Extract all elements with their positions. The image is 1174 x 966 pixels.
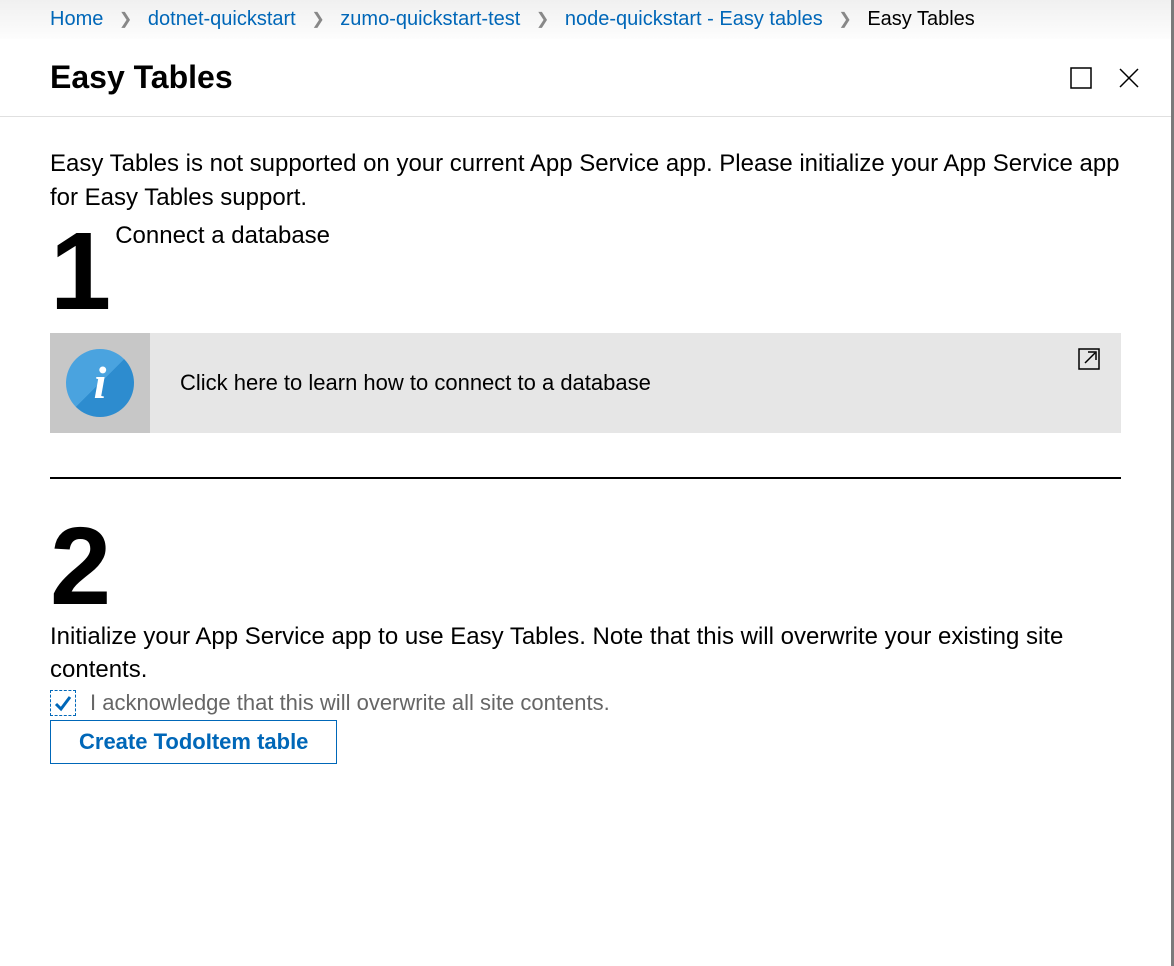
intro-text: Easy Tables is not supported on your cur… [50, 147, 1121, 214]
chevron-right-icon: ❯ [536, 9, 549, 29]
breadcrumb-link-dotnet[interactable]: dotnet-quickstart [148, 8, 296, 30]
breadcrumb-link-home[interactable]: Home [50, 8, 103, 30]
info-icon-wrap: i [50, 333, 150, 433]
acknowledge-label: I acknowledge that this will overwrite a… [90, 690, 610, 716]
step-2-description: Initialize your App Service app to use E… [50, 621, 1121, 686]
info-icon: i [66, 349, 134, 417]
check-icon [53, 693, 73, 713]
step-2-number: 2 [50, 515, 1121, 620]
step-1-title: Connect a database [115, 222, 330, 250]
maximize-icon [1070, 67, 1092, 89]
blade-content: Easy Tables is not supported on your cur… [0, 117, 1171, 966]
external-link-icon [1077, 347, 1101, 376]
acknowledge-checkbox[interactable] [50, 690, 76, 716]
chevron-right-icon: ❯ [119, 9, 132, 29]
chevron-right-icon: ❯ [838, 9, 851, 29]
breadcrumb: Home ❯ dotnet-quickstart ❯ zumo-quicksta… [0, 0, 1171, 39]
create-todoitem-button[interactable]: Create TodoItem table [50, 720, 337, 764]
breadcrumb-current: Easy Tables [867, 8, 974, 30]
step-1-header: 1 Connect a database [50, 220, 1121, 325]
close-icon [1117, 66, 1141, 90]
connect-database-info-link[interactable]: i Click here to learn how to connect to … [50, 333, 1121, 433]
step-1-number: 1 [50, 220, 107, 325]
close-button[interactable] [1117, 66, 1141, 90]
chevron-right-icon: ❯ [311, 9, 324, 29]
divider [50, 477, 1121, 479]
blade-header: Easy Tables [0, 39, 1171, 117]
breadcrumb-link-node[interactable]: node-quickstart - Easy tables [565, 8, 823, 30]
acknowledge-row: I acknowledge that this will overwrite a… [50, 690, 1121, 716]
breadcrumb-link-zumo[interactable]: zumo-quickstart-test [340, 8, 520, 30]
blade-title: Easy Tables [50, 59, 1045, 96]
info-box-text: Click here to learn how to connect to a … [150, 333, 1121, 433]
maximize-button[interactable] [1069, 66, 1093, 90]
